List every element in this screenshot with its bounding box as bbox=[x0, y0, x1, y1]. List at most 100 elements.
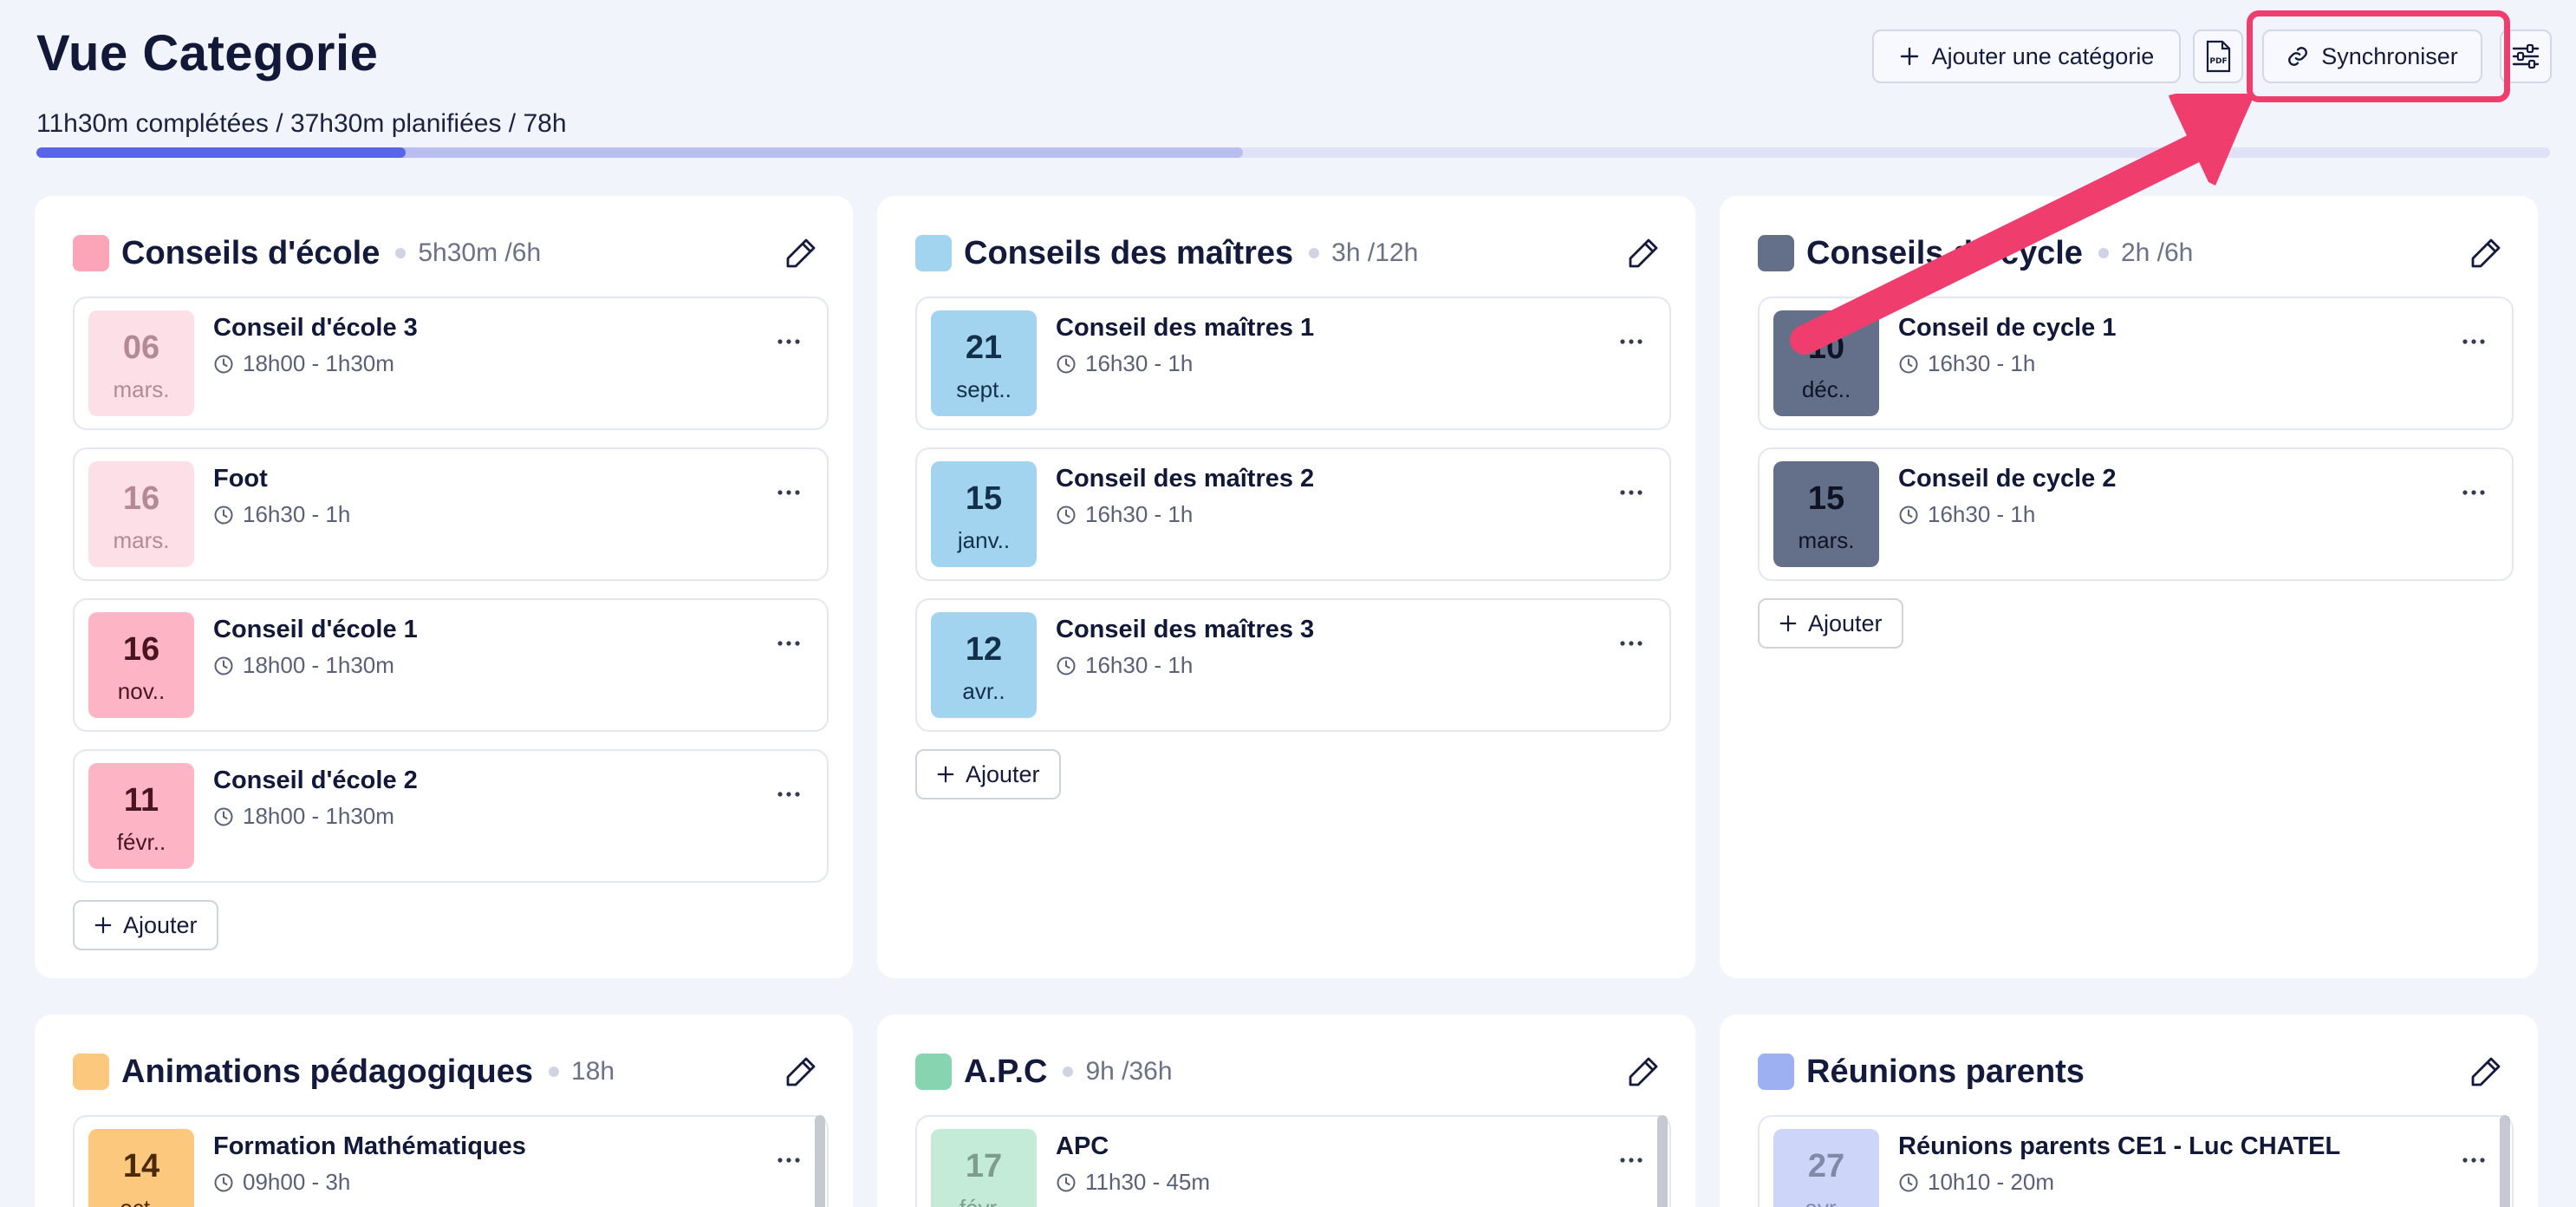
event-item[interactable]: 17 févr.. APC 11h30 - 45m bbox=[915, 1115, 1671, 1207]
event-item[interactable]: 12 avr.. Conseil des maîtres 3 16h30 - 1h bbox=[915, 598, 1671, 732]
event-item[interactable]: 10 déc.. Conseil de cycle 1 16h30 - 1h bbox=[1758, 297, 2514, 430]
event-more-menu-button[interactable] bbox=[777, 473, 801, 503]
event-time-text: 16h30 - 1h bbox=[1928, 350, 2036, 376]
event-day: 10 bbox=[1807, 329, 1845, 366]
event-month: mars. bbox=[113, 376, 170, 402]
event-more-menu-button[interactable] bbox=[2462, 323, 2486, 352]
event-more-menu-button[interactable] bbox=[2462, 1141, 2486, 1171]
separator-dot bbox=[2098, 248, 2109, 258]
category-title: Réunions parents bbox=[1806, 1053, 2085, 1090]
event-item[interactable]: 11 févr.. Conseil d'école 2 18h00 - 1h30m bbox=[73, 749, 829, 883]
event-more-menu-button[interactable] bbox=[777, 323, 801, 352]
clock-icon bbox=[1057, 1173, 1076, 1191]
category-color-swatch bbox=[915, 235, 952, 271]
category-card: Réunions parents 27 avr.. Réunions parents … bbox=[1720, 1015, 2538, 1207]
edit-category-button[interactable] bbox=[784, 1054, 818, 1089]
add-event-button[interactable]: Ajouter bbox=[915, 749, 1061, 799]
sliders-icon bbox=[2512, 43, 2540, 69]
pdf-export-button[interactable]: PDF bbox=[2193, 29, 2243, 83]
event-more-menu-button[interactable] bbox=[1619, 473, 1643, 503]
event-title: Conseil de cycle 1 bbox=[1898, 314, 2117, 342]
edit-category-button[interactable] bbox=[784, 236, 818, 271]
event-time: 18h00 - 1h30m bbox=[213, 350, 394, 377]
event-time-text: 16h30 - 1h bbox=[243, 501, 351, 527]
event-item[interactable]: 16 nov.. Conseil d'école 1 18h00 - 1h30m bbox=[73, 598, 829, 732]
event-title: Conseil des maîtres 3 bbox=[1056, 616, 1315, 643]
event-item[interactable]: 15 janv.. Conseil des maîtres 2 16h30 - 1h bbox=[915, 447, 1671, 581]
event-date-badge: 11 févr.. bbox=[88, 763, 194, 869]
event-more-menu-button[interactable] bbox=[777, 624, 801, 654]
event-more-menu-button[interactable] bbox=[1619, 624, 1643, 654]
scrollbar[interactable] bbox=[1657, 1115, 1668, 1207]
event-item[interactable]: 21 sept.. Conseil des maîtres 1 16h30 - 1h bbox=[915, 297, 1671, 430]
event-time: 16h30 - 1h bbox=[1898, 350, 2035, 377]
event-item[interactable]: 16 mars. Foot 16h30 - 1h bbox=[73, 447, 829, 581]
separator-dot bbox=[395, 248, 407, 258]
event-date-badge: 14 oct.. bbox=[88, 1129, 194, 1207]
event-item[interactable]: 27 avr.. Réunions parents CE1 - Luc CHATEL… bbox=[1758, 1115, 2514, 1207]
pencil-icon bbox=[786, 238, 816, 268]
category-hours: 18h bbox=[571, 1057, 615, 1086]
event-more-menu-button[interactable] bbox=[777, 775, 801, 805]
category-card: Conseils d'école 5h30m /6h 06 mars. Conseil … bbox=[35, 196, 853, 978]
event-more-menu-button[interactable] bbox=[1619, 323, 1643, 352]
more-horizontal-icon bbox=[777, 1158, 800, 1163]
edit-category-button[interactable] bbox=[2469, 1054, 2503, 1089]
edit-category-button[interactable] bbox=[1626, 1054, 1661, 1089]
add-category-label: Ajouter une catégorie bbox=[1931, 42, 2155, 69]
edit-category-button[interactable] bbox=[2469, 236, 2503, 271]
event-time-text: 16h30 - 1h bbox=[1928, 501, 2036, 527]
clock-icon bbox=[1899, 506, 1918, 524]
event-title: APC bbox=[1056, 1132, 1109, 1160]
pencil-icon bbox=[1629, 238, 1658, 268]
plus-icon bbox=[94, 917, 112, 934]
event-day: 11 bbox=[123, 782, 159, 819]
more-horizontal-icon bbox=[2462, 339, 2485, 344]
pencil-icon bbox=[2471, 1057, 2501, 1086]
event-time: 16h30 - 1h bbox=[1056, 652, 1193, 679]
event-more-menu-button[interactable] bbox=[777, 1141, 801, 1171]
category-color-swatch bbox=[1758, 1054, 1794, 1090]
scrollbar[interactable] bbox=[815, 1115, 825, 1207]
add-category-button[interactable]: Ajouter une catégorie bbox=[1872, 29, 2181, 83]
progress-summary: 11h30m complétées / 37h30m planifiées / … bbox=[36, 109, 567, 138]
event-month: mars. bbox=[113, 527, 170, 553]
add-event-button[interactable]: Ajouter bbox=[1758, 598, 1903, 649]
separator-dot bbox=[1063, 1067, 1074, 1077]
category-card: A.P.C 9h /36h 17 févr.. APC 11h30 - 45m bbox=[877, 1015, 1695, 1207]
clock-icon bbox=[1899, 1173, 1918, 1191]
category-header: Conseils de cycle 2h /6h bbox=[1758, 229, 2503, 277]
event-time-text: 09h00 - 3h bbox=[243, 1169, 351, 1195]
category-hours: 9h /36h bbox=[1085, 1057, 1173, 1086]
edit-category-button[interactable] bbox=[1626, 236, 1661, 271]
event-item[interactable]: 15 mars. Conseil de cycle 2 16h30 - 1h bbox=[1758, 447, 2514, 581]
event-title: Conseil de cycle 2 bbox=[1898, 465, 2117, 493]
event-time-text: 11h30 - 45m bbox=[1085, 1169, 1211, 1195]
category-title: Conseils d'école bbox=[121, 234, 381, 271]
event-date-badge: 16 nov.. bbox=[88, 612, 194, 718]
more-horizontal-icon bbox=[2462, 1158, 2485, 1163]
event-item[interactable]: 06 mars. Conseil d'école 3 18h00 - 1h30m bbox=[73, 297, 829, 430]
event-time-text: 10h10 - 20m bbox=[1928, 1169, 2054, 1195]
event-time-text: 16h30 - 1h bbox=[1085, 350, 1194, 376]
add-event-button[interactable]: Ajouter bbox=[73, 900, 218, 950]
add-event-label: Ajouter bbox=[123, 911, 198, 938]
event-date-badge: 10 déc.. bbox=[1773, 310, 1879, 416]
event-more-menu-button[interactable] bbox=[2462, 473, 2486, 503]
add-event-label: Ajouter bbox=[1808, 610, 1883, 636]
event-month: déc.. bbox=[1801, 376, 1851, 402]
event-item[interactable]: 14 oct.. Formation Mathématiques 09h00 - 3h bbox=[73, 1115, 829, 1207]
event-title: Conseil d'école 3 bbox=[213, 314, 418, 342]
event-more-menu-button[interactable] bbox=[1619, 1141, 1643, 1171]
pdf-icon-label: PDF bbox=[2209, 57, 2227, 66]
plus-icon bbox=[1779, 615, 1797, 632]
scrollbar[interactable] bbox=[2500, 1115, 2510, 1207]
event-month: oct.. bbox=[88, 1195, 194, 1207]
add-event-label: Ajouter bbox=[966, 760, 1040, 787]
event-date-badge: 12 avr.. bbox=[931, 612, 1037, 718]
event-time: 11h30 - 45m bbox=[1056, 1169, 1210, 1196]
event-month: févr.. bbox=[931, 1195, 1037, 1207]
more-horizontal-icon bbox=[777, 490, 800, 495]
more-horizontal-icon bbox=[777, 792, 800, 797]
category-header: Réunions parents bbox=[1758, 1047, 2503, 1096]
